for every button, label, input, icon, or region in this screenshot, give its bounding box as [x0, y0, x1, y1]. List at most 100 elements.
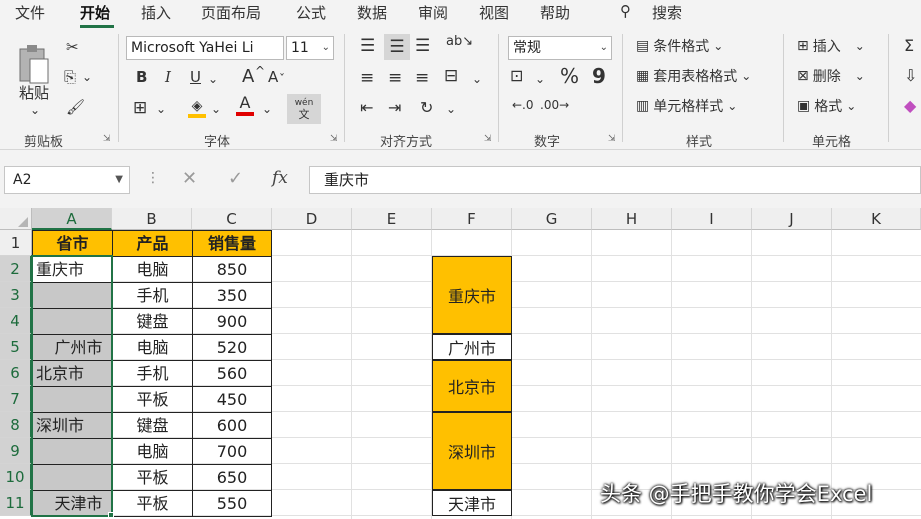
table-header-sales[interactable]: 销售量	[193, 231, 272, 257]
format-painter-icon[interactable]: 🖌	[66, 98, 85, 116]
table-cell-a7[interactable]	[33, 387, 113, 413]
font-color-icon[interactable]: A	[236, 94, 254, 116]
table-cell-b5[interactable]: 电脑	[113, 335, 193, 361]
table-header-product[interactable]: 产品	[113, 231, 193, 257]
insert-cells-button[interactable]: ⊞ 插入 ⌄	[797, 36, 865, 56]
alignment-launcher-icon[interactable]: ⇲	[484, 134, 492, 144]
fill-color-icon[interactable]: ◈	[188, 98, 206, 118]
clipboard-launcher-icon[interactable]: ⇲	[103, 134, 111, 144]
merge-dropdown-icon[interactable]: ⌄	[472, 72, 482, 86]
table-cell-c3[interactable]: 350	[193, 283, 272, 309]
grow-font-button[interactable]: A	[242, 66, 254, 87]
align-middle-icon[interactable]: ☰	[384, 34, 410, 60]
table-cell-c9[interactable]: 700	[193, 439, 272, 465]
font-size-combo[interactable]: 11 ⌄	[286, 36, 334, 60]
tab-page-layout[interactable]: 页面布局	[201, 2, 261, 23]
bold-button[interactable]: B	[136, 68, 147, 86]
search-icon[interactable]: ⚲	[620, 2, 631, 20]
row-header-2[interactable]: 2	[0, 256, 32, 282]
row-header-8[interactable]: 8	[0, 412, 32, 438]
table-cell-b9[interactable]: 电脑	[113, 439, 193, 465]
merge-center-icon[interactable]: ⊟	[444, 66, 458, 86]
table-cell-a9[interactable]	[33, 439, 113, 465]
name-box[interactable]: A2 ▼	[4, 166, 130, 194]
row-header-6[interactable]: 6	[0, 360, 32, 386]
borders-icon[interactable]: ⊞	[133, 98, 147, 118]
align-bottom-icon[interactable]: ☰	[415, 36, 430, 56]
table-cell-c8[interactable]: 600	[193, 413, 272, 439]
tab-help[interactable]: 帮助	[540, 2, 570, 23]
row-header-11[interactable]: 11	[0, 490, 32, 516]
fill-handle[interactable]	[108, 512, 114, 518]
text-orientation-icon[interactable]: ab↘	[446, 34, 473, 49]
active-cell-a2[interactable]: 重庆市	[33, 257, 113, 283]
column-header-k[interactable]: K	[832, 208, 921, 230]
cut-icon[interactable]: ✂	[66, 38, 79, 56]
fill-color-dropdown-icon[interactable]: ⌄	[211, 102, 221, 116]
row-header-9[interactable]: 9	[0, 438, 32, 464]
phonetic-guide-icon[interactable]: wén 文	[287, 94, 321, 124]
row-header-1[interactable]: 1	[0, 230, 32, 256]
table-cell-c7[interactable]: 450	[193, 387, 272, 413]
cancel-icon[interactable]: ✕	[182, 168, 197, 189]
delete-cells-button[interactable]: ⊠ 删除 ⌄	[797, 66, 865, 86]
column-header-e[interactable]: E	[352, 208, 432, 230]
wrap-text-icon[interactable]: ↻	[420, 98, 433, 117]
table-cell-a10[interactable]	[33, 465, 113, 491]
copy-icon[interactable]: ⎘ ⌄	[64, 68, 92, 86]
merged-cell-f8-f10[interactable]: 深圳市	[432, 412, 512, 490]
table-cell-b11[interactable]: 平板	[113, 491, 193, 517]
column-header-f[interactable]: F	[432, 208, 512, 230]
select-all-corner[interactable]	[0, 208, 32, 230]
font-name-combo[interactable]: Microsoft YaHei Li	[126, 36, 284, 60]
table-cell-c4[interactable]: 900	[193, 309, 272, 335]
table-cell-a5[interactable]: 广州市	[33, 335, 113, 361]
accounting-format-icon[interactable]: ⊡	[510, 66, 523, 85]
column-header-g[interactable]: G	[512, 208, 592, 230]
row-header-3[interactable]: 3	[0, 282, 32, 308]
tab-review[interactable]: 审阅	[418, 2, 448, 23]
table-cell-a3[interactable]	[33, 283, 113, 309]
increase-decimal-icon[interactable]: ←.0	[512, 98, 534, 112]
row-header-5[interactable]: 5	[0, 334, 32, 360]
cell-f5[interactable]: 广州市	[432, 334, 512, 360]
merged-cell-f2-f4[interactable]: 重庆市	[432, 256, 512, 334]
decrease-decimal-icon[interactable]: .00→	[540, 98, 569, 112]
format-as-table-button[interactable]: ▦ 套用表格格式 ⌄	[636, 66, 751, 86]
table-cell-c10[interactable]: 650	[193, 465, 272, 491]
wrap-dropdown-icon[interactable]: ⌄	[446, 102, 456, 116]
comma-style-button[interactable]: 9	[592, 64, 606, 88]
paste-dropdown-icon[interactable]: ⌄	[30, 103, 40, 117]
table-cell-b10[interactable]: 平板	[113, 465, 193, 491]
autosum-icon[interactable]: Σ	[904, 36, 914, 55]
table-cell-a6[interactable]: 北京市	[33, 361, 113, 387]
column-header-a[interactable]: A	[32, 208, 112, 230]
underline-dropdown-icon[interactable]: ⌄	[208, 72, 218, 86]
more-options-icon[interactable]: ⋮	[146, 170, 160, 186]
formula-input[interactable]: 重庆市	[309, 166, 921, 194]
align-left-icon[interactable]: ≡	[360, 68, 374, 88]
increase-indent-icon[interactable]: ⇥	[388, 98, 401, 117]
table-cell-c6[interactable]: 560	[193, 361, 272, 387]
column-header-d[interactable]: D	[272, 208, 352, 230]
row-header-7[interactable]: 7	[0, 386, 32, 412]
tab-home[interactable]: 开始	[80, 2, 110, 23]
underline-button[interactable]: U	[190, 68, 201, 86]
table-cell-c5[interactable]: 520	[193, 335, 272, 361]
table-cell-a8[interactable]: 深圳市	[33, 413, 113, 439]
tab-formulas[interactable]: 公式	[296, 2, 326, 23]
clear-icon[interactable]: ◆	[904, 96, 916, 115]
table-cell-b3[interactable]: 手机	[113, 283, 193, 309]
table-cell-b6[interactable]: 手机	[113, 361, 193, 387]
table-cell-a11[interactable]: 天津市	[33, 491, 113, 517]
font-launcher-icon[interactable]: ⇲	[330, 134, 338, 144]
fill-icon[interactable]: ⇩	[904, 66, 917, 85]
column-header-h[interactable]: H	[592, 208, 672, 230]
enter-icon[interactable]: ✓	[228, 168, 243, 189]
table-cell-b8[interactable]: 键盘	[113, 413, 193, 439]
tab-view[interactable]: 视图	[479, 2, 509, 23]
table-cell-a4[interactable]	[33, 309, 113, 335]
number-format-combo[interactable]: 常规 ⌄	[508, 36, 612, 60]
table-cell-c11[interactable]: 550	[193, 491, 272, 517]
tab-insert[interactable]: 插入	[141, 2, 171, 23]
